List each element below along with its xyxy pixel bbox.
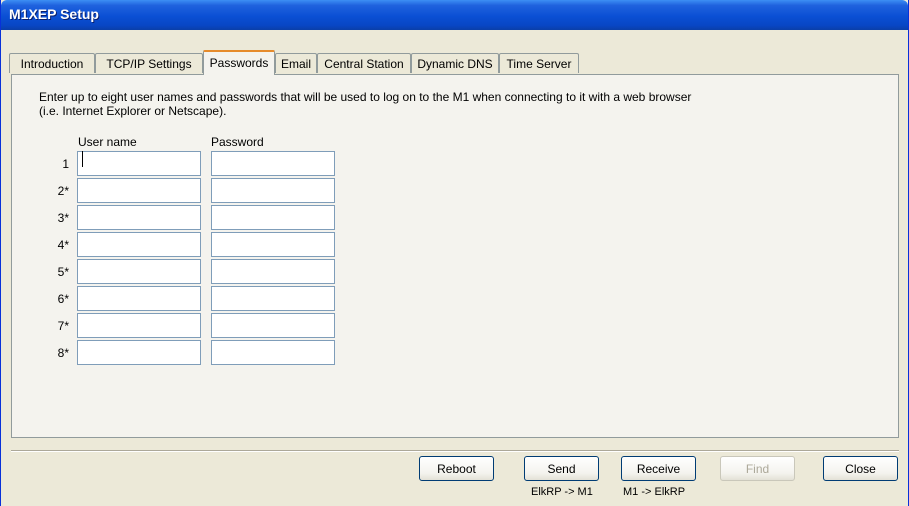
tab-dynamic-dns[interactable]: Dynamic DNS [411,53,499,73]
close-button[interactable]: Close [823,456,898,481]
tab-email[interactable]: Email [275,53,317,73]
password-field-5[interactable] [211,259,335,284]
username-field-7[interactable] [77,313,201,338]
tab-introduction[interactable]: Introduction [9,53,95,73]
send-button[interactable]: Send [524,456,599,481]
password-field-2[interactable] [211,178,335,203]
tab-central-station[interactable]: Central Station [317,53,411,73]
username-field-8[interactable] [77,340,201,365]
password-field-7[interactable] [211,313,335,338]
password-field-1[interactable] [211,151,335,176]
row-label: 1 [62,157,69,171]
password-field-8[interactable] [211,340,335,365]
receive-button[interactable]: Receive [621,456,696,481]
password-field-6[interactable] [211,286,335,311]
row-label: 2* [57,184,69,198]
username-column-header: User name [78,135,137,149]
row-label: 8* [57,346,69,360]
row-label: 6* [57,292,69,306]
row-label: 7* [57,319,69,333]
username-field-6[interactable] [77,286,201,311]
setup-window: M1XEP Setup Introduction TCP/IP Settings… [0,0,909,506]
password-field-4[interactable] [211,232,335,257]
find-button[interactable]: Find [720,456,795,481]
username-field-1[interactable] [77,151,201,176]
receive-direction-label: M1 -> ElkRP [623,486,686,498]
username-field-5[interactable] [77,259,201,284]
tab-time-server[interactable]: Time Server [499,53,579,73]
row-label: 3* [57,211,69,225]
row-label: 5* [57,265,69,279]
row-label: 4* [57,238,69,252]
button-bar-separator [11,450,899,452]
username-field-3[interactable] [77,205,201,230]
username-field-4[interactable] [77,232,201,257]
text-caret [82,151,83,167]
instruction-line-1: Enter up to eight user names and passwor… [39,90,692,104]
reboot-button[interactable]: Reboot [419,456,494,481]
send-direction-label: ElkRP -> M1 [531,486,593,498]
username-field-2[interactable] [77,178,201,203]
password-field-3[interactable] [211,205,335,230]
window-title: M1XEP Setup [9,6,99,22]
title-bar[interactable]: M1XEP Setup [1,0,908,30]
tab-tcpip-settings[interactable]: TCP/IP Settings [95,53,203,73]
instruction-line-2: (i.e. Internet Explorer or Netscape). [39,104,227,118]
password-column-header: Password [211,135,264,149]
tab-passwords[interactable]: Passwords [203,50,275,75]
